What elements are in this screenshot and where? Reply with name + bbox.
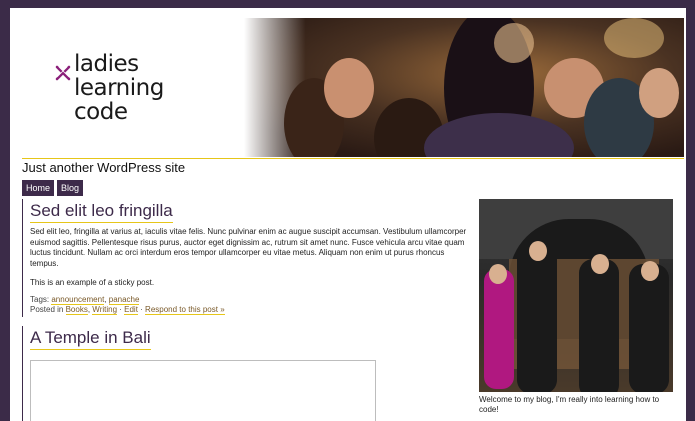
posted-in-label: Posted in [30, 305, 64, 314]
sidebar-photo [479, 199, 673, 392]
post-tags: Tags: announcement, panache [30, 295, 140, 305]
site-tagline: Just another WordPress site [22, 160, 186, 175]
tags-label: Tags: [30, 295, 50, 304]
nav-item-home[interactable]: Home [22, 180, 55, 196]
logo-line-1: ladies [74, 51, 139, 77]
sidebar-caption: Welcome to my blog, I'm really into lear… [479, 395, 660, 414]
post-title[interactable]: Sed elit leo fringilla [30, 201, 173, 223]
category-link[interactable]: Books [65, 305, 88, 315]
post-body: Sed elit leo, fringilla at varius at, ia… [30, 227, 467, 268]
post-sticky-note: This is an example of a sticky post. [30, 278, 155, 287]
edit-link[interactable]: Edit [124, 305, 138, 315]
post-sticky: Sed elit leo fringilla Sed elit leo, fri… [22, 199, 471, 317]
logo-mark-icon [55, 65, 71, 81]
site-header: ladies learning code [22, 18, 684, 157]
tag-link[interactable]: announcement [51, 295, 105, 305]
tagline-divider [22, 158, 684, 159]
main-nav: Home Blog [22, 180, 84, 196]
page: ladies learning code Just another WordPr… [10, 8, 686, 421]
logo-line-2: learning [74, 75, 164, 101]
header-photo [244, 18, 684, 157]
tag-link[interactable]: panache [108, 295, 140, 305]
logo-line-3: code [74, 99, 128, 125]
post-image-placeholder [30, 360, 376, 421]
post-title[interactable]: A Temple in Bali [30, 328, 151, 350]
category-link[interactable]: Writing [92, 305, 118, 315]
logo-text: ladies learning code [74, 52, 164, 124]
respond-link[interactable]: Respond to this post » [145, 305, 225, 315]
post-meta: Posted in Books, Writing · Edit · Respon… [30, 305, 225, 315]
nav-item-blog[interactable]: Blog [57, 180, 84, 196]
site-logo[interactable]: ladies learning code [44, 48, 194, 138]
post: A Temple in Bali [22, 326, 471, 421]
